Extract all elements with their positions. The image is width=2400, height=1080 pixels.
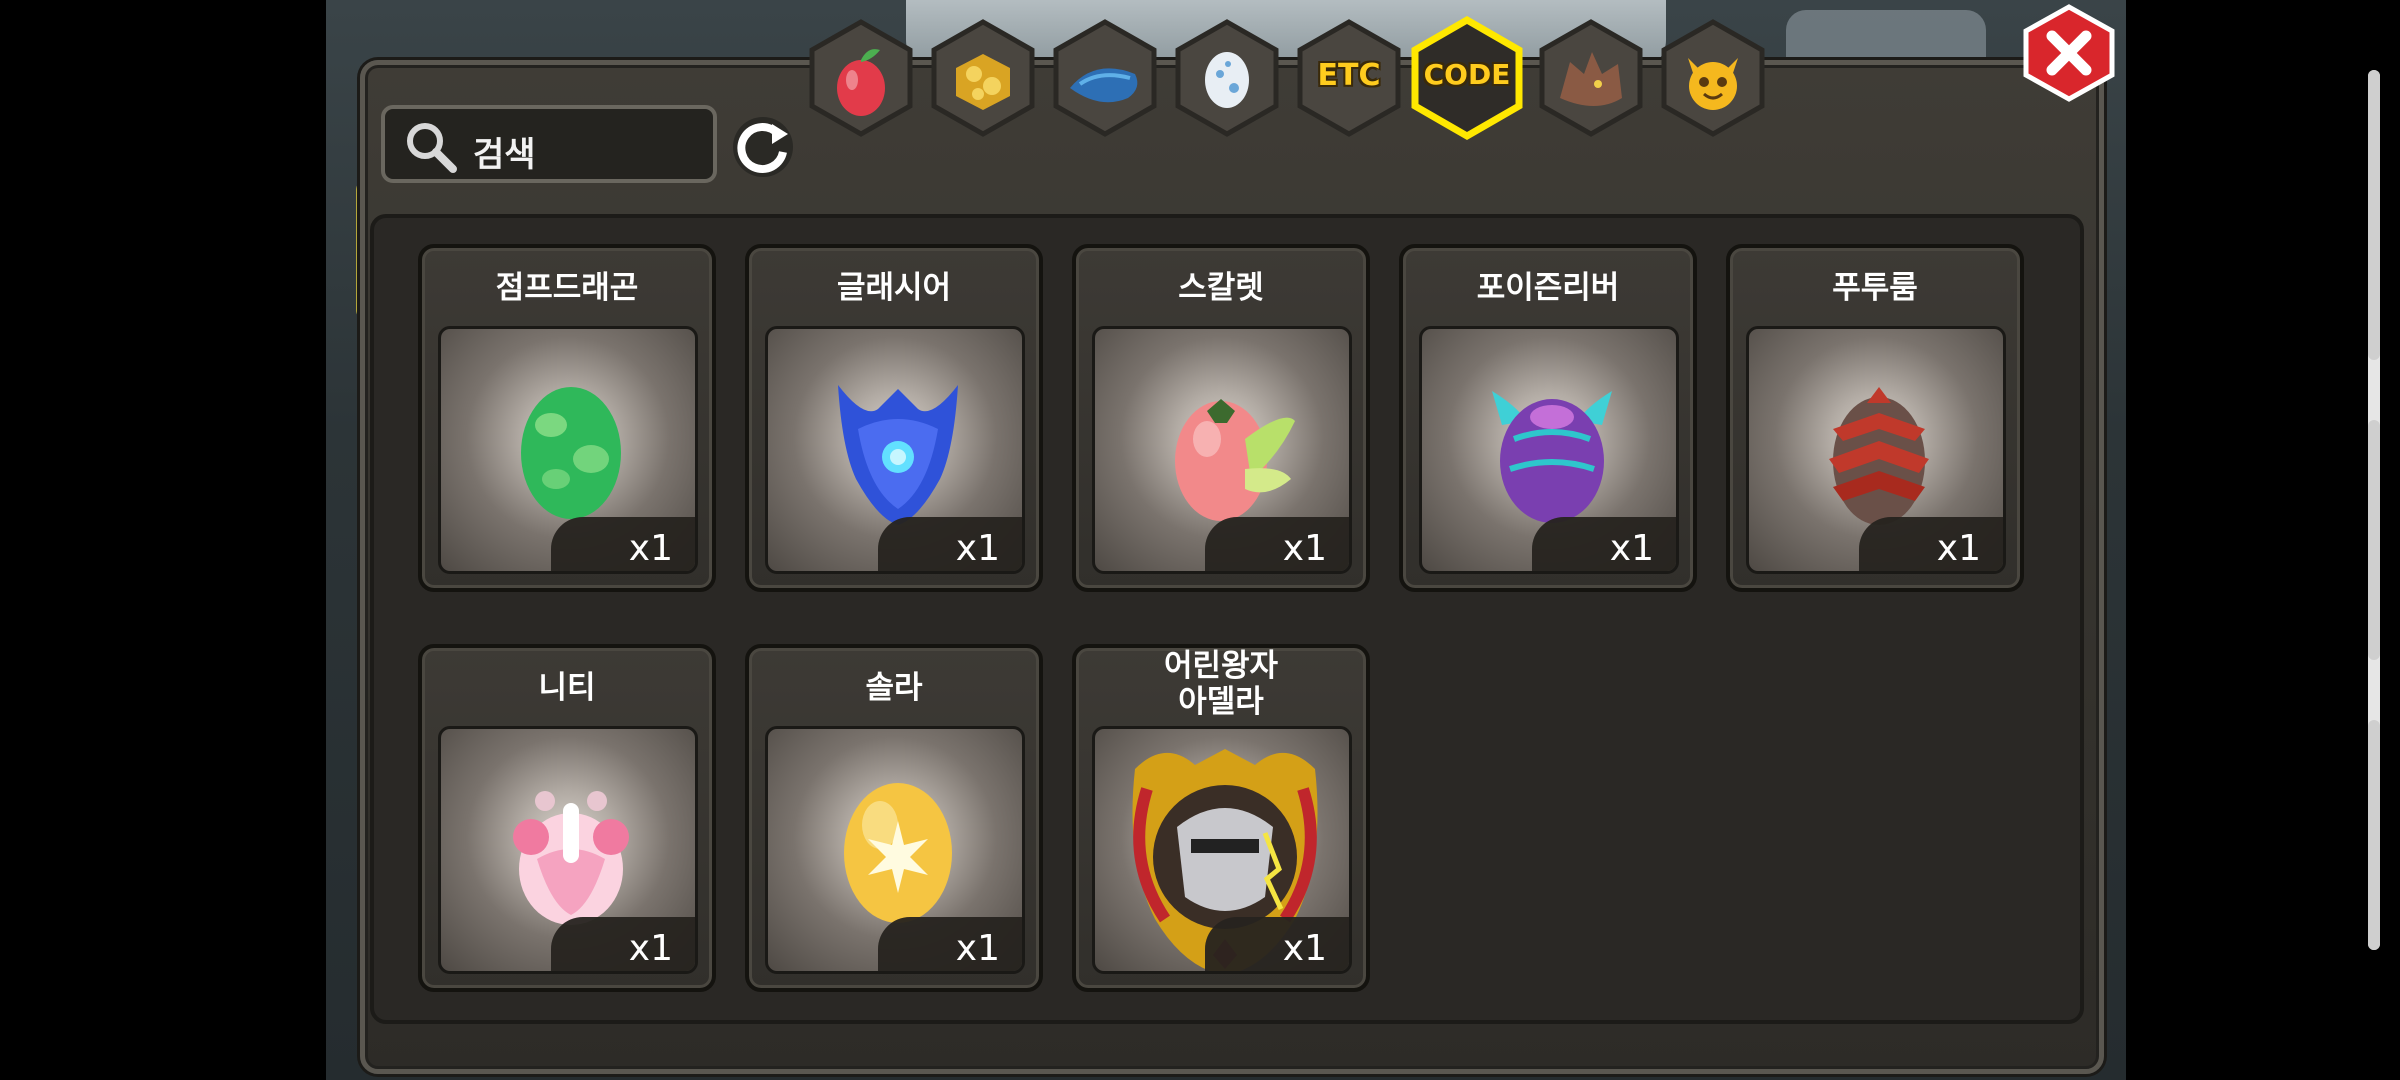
egg-card[interactable]: 점프드래곤 x1 (418, 244, 716, 592)
tab-dragon[interactable] (1536, 18, 1646, 138)
solar-egg-icon (844, 783, 952, 923)
quantity-badge (1205, 517, 1349, 571)
egg-slot: x1 (1419, 326, 1679, 574)
tab-etc[interactable]: ETC (1294, 18, 1404, 138)
egg-card[interactable]: 푸투룸 x1 (1726, 244, 2024, 592)
egg-slot: x1 (1746, 326, 2006, 574)
tab-fish[interactable] (1050, 18, 1160, 138)
green-egg-icon (521, 387, 621, 519)
quantity-badge (551, 517, 695, 571)
quantity-badge (1205, 917, 1349, 971)
egg-card[interactable]: 어린왕자 아델라 x1 (1072, 644, 1370, 992)
poison-river-egg-icon (1492, 391, 1612, 523)
egg-card[interactable]: 글래시어 x1 (745, 244, 1043, 592)
egg-grid: 점프드래곤 x1 글래시어 x1 스칼렛 x1 포이즌리버 x1 푸투룸 x1 … (370, 214, 2084, 1024)
search-icon (407, 123, 457, 173)
quantity-text: x1 (1936, 528, 1981, 569)
quantity-text: x1 (628, 528, 673, 569)
egg-card[interactable]: 니티 x1 (418, 644, 716, 992)
quantity-text: x1 (1609, 528, 1654, 569)
tab-mascot[interactable] (1658, 18, 1768, 138)
futurum-egg-icon (1829, 387, 1929, 525)
egg-icon (1205, 52, 1249, 108)
quantity-text: x1 (955, 528, 1000, 569)
egg-name: 점프드래곤 (495, 270, 639, 306)
egg-name: 스칼렛 (1178, 270, 1264, 306)
glacier-egg-icon (838, 385, 958, 525)
scrollbar[interactable] (2368, 70, 2380, 950)
scarlet-egg-icon (1175, 399, 1295, 521)
egg-name: 포이즌리버 (1476, 270, 1620, 306)
quantity-text: x1 (1282, 528, 1327, 569)
egg-card[interactable]: 솔라 x1 (745, 644, 1043, 992)
egg-name: 어린왕자 아델라 (1163, 648, 1279, 720)
egg-slot: x1 (765, 726, 1025, 974)
egg-name: 글래시어 (836, 270, 952, 306)
quantity-badge (878, 517, 1022, 571)
tab-code[interactable]: CODE (1411, 15, 1523, 141)
egg-slot: x1 (438, 326, 698, 574)
quantity-badge (551, 917, 695, 971)
egg-name: 푸투룸 (1832, 270, 1918, 306)
quantity-text: x1 (628, 928, 673, 969)
quantity-text: x1 (1282, 928, 1327, 969)
close-button[interactable] (2020, 4, 2118, 102)
egg-card[interactable]: 스칼렛 x1 (1072, 244, 1370, 592)
niti-egg-icon (513, 791, 629, 925)
egg-name: 니티 (538, 670, 596, 706)
egg-slot: x1 (765, 326, 1025, 574)
egg-card[interactable]: 포이즌리버 x1 (1399, 244, 1697, 592)
tab-egg[interactable] (1172, 18, 1282, 138)
tab-gold[interactable] (928, 18, 1038, 138)
refresh-button[interactable] (728, 112, 798, 182)
egg-slot: x1 (1092, 326, 1352, 574)
egg-name: 솔라 (865, 670, 923, 706)
tab-etc-label: ETC (1317, 58, 1381, 93)
tab-code-label: CODE (1423, 58, 1511, 91)
tab-fruit[interactable] (806, 18, 916, 138)
quantity-text: x1 (955, 928, 1000, 969)
mascot-face-icon (1688, 58, 1738, 110)
search-input[interactable]: 검색 (381, 105, 717, 183)
quantity-badge (1859, 517, 2003, 571)
quantity-badge (1532, 517, 1676, 571)
egg-slot: x1 (1092, 726, 1352, 974)
quantity-badge (878, 917, 1022, 971)
search-placeholder: 검색 (473, 135, 536, 175)
egg-slot: x1 (438, 726, 698, 974)
